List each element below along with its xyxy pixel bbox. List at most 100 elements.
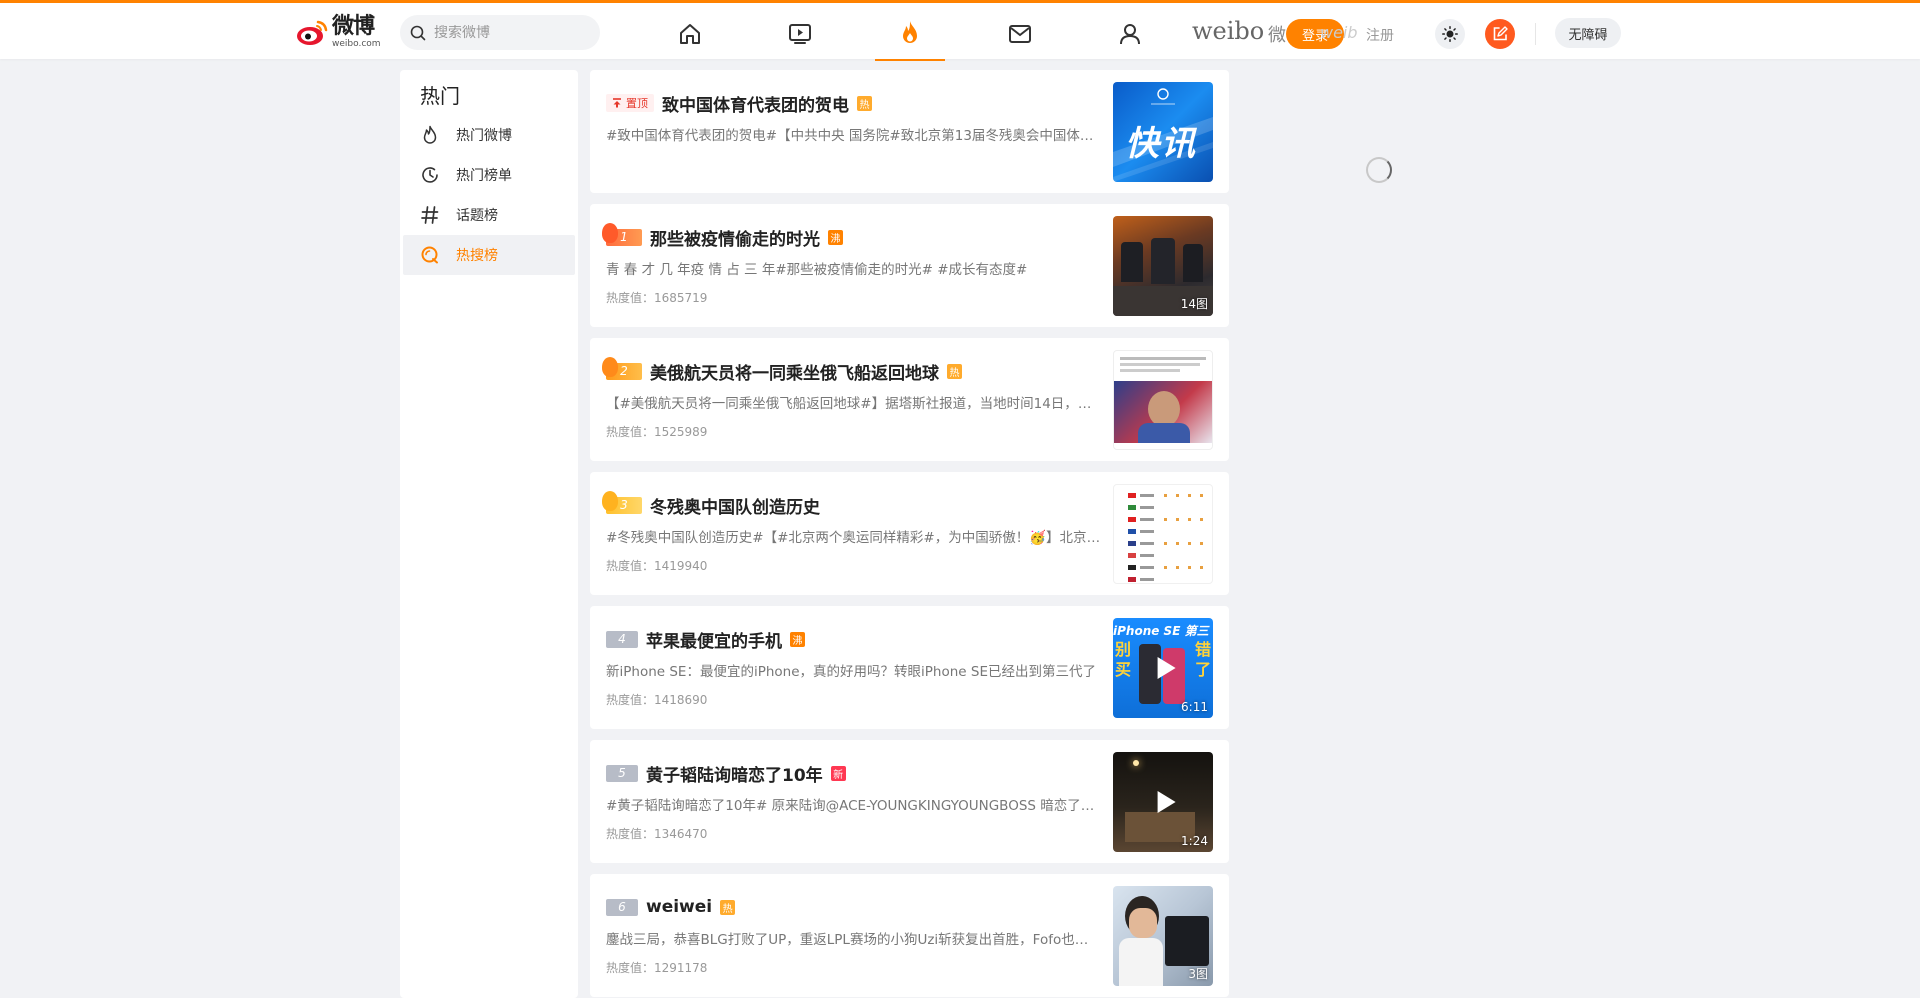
thumb-left-text: 别买 [1115,640,1132,679]
rank-badge: 1 [602,222,642,246]
sidebar-item-label: 热门微博 [456,128,512,144]
news-flash-text: 快讯 [1125,124,1197,164]
search-icon [410,25,426,40]
feed-card-rank-5[interactable]: 5 黄子韬陆询暗恋了10年 新 #黄子韬陆询暗恋了10年# 原来陆询@ACE-Y… [590,740,1229,863]
boil-tag: 沸 [828,229,843,245]
play-icon [1157,657,1176,679]
feed-thumbnail[interactable]: 3图 [1113,886,1213,986]
heat-value: 热度值：1685719 [606,291,708,305]
brand-cn-text: 微 [1268,25,1286,46]
feed-title[interactable]: 黄子韬陆询暗恋了10年 [646,761,823,786]
feed-card-rank-6[interactable]: 6 weiwei 热 鏖战三局，恭喜BLG打败了UP，重返LPL赛场的小狗Uzi… [590,874,1229,997]
sidebar-item-hot-lists[interactable]: 热门榜单 [403,155,575,195]
heat-value: 热度值：1291178 [606,961,708,975]
feed-title[interactable]: 美俄航天员将一同乘坐俄飞船返回地球 [650,359,939,384]
search-input[interactable] [434,24,584,41]
feed-title[interactable]: 冬残奥中国队创造历史 [650,493,820,518]
face-shape [1129,908,1157,938]
hot-tag: 热 [947,363,962,379]
feed-card-rank-1[interactable]: 1 那些被疫情偷走的时光 沸 青 春 才 几 年疫 情 占 三 年#那些被疫情偷… [590,204,1229,327]
nav-video[interactable] [765,6,835,61]
accessibility-button[interactable]: 无障碍 [1555,18,1621,48]
feed-description: 【#美俄航天员将一同乘坐俄飞船返回地球#】据塔斯社报道，当地时间14日，俄罗斯国… [606,396,1101,412]
video-icon [789,23,811,44]
sidebar-item-hot-search[interactable]: 热搜榜 [403,235,575,275]
feed-card-pinned[interactable]: 置顶 致中国体育代表团的贺电 热 #致中国体育代表团的贺电#【中共中央 国务院#… [590,70,1229,193]
feed-title[interactable]: 致中国体育代表团的贺电 [662,91,849,116]
sidebar-item-topics[interactable]: 话题榜 [403,195,575,235]
logo-subtext: weibo.com [332,38,381,49]
flame-icon [423,125,437,144]
feed-thumbnail[interactable]: iPhone SE 第三 别买 错了 6:11 [1113,618,1213,718]
register-link[interactable]: 注册 [1366,25,1394,45]
sidebar-item-hot-posts[interactable]: 热门微博 [403,115,575,155]
feed-thumbnail[interactable]: 14图 [1113,216,1213,316]
feed-card-rank-4[interactable]: 4 苹果最便宜的手机 沸 新iPhone SE：最便宜的iPhone，真的好用吗… [590,606,1229,729]
heat-value: 热度值：1346470 [606,827,708,841]
theme-toggle-button[interactable] [1435,19,1465,49]
header-divider [1535,23,1536,45]
text-line [1120,357,1206,360]
ghost-wordmark: weib [1320,23,1358,42]
feed-title[interactable]: 那些被疫情偷走的时光 [650,225,820,250]
feed-thumbnail[interactable]: 快讯 [1113,82,1213,182]
compose-button[interactable] [1485,19,1515,49]
profile-icon [1120,23,1140,44]
feed-card-rank-3[interactable]: 3 冬残奥中国队创造历史 #冬残奥中国队创造历史#【#北京两个奥运同样精彩#，为… [590,472,1229,595]
rank-badge: 4 [606,630,638,648]
hot-icon [903,20,917,43]
loading-spinner-icon [1366,157,1392,183]
feed-thumbnail[interactable]: 1:24 [1113,752,1213,852]
text-line [1120,363,1200,366]
sidebar-item-label: 热搜榜 [456,248,498,264]
suit-shape [1138,423,1190,443]
shirt-shape [1119,938,1163,986]
thumb-right-text: 错了 [1195,640,1212,679]
left-sidebar: 热门 热门微博 热门榜单 话题榜 热搜榜 [400,70,578,998]
feed-card-rank-2[interactable]: 2 美俄航天员将一同乘坐俄飞船返回地球 热 【#美俄航天员将一同乘坐俄飞船返回地… [590,338,1229,461]
play-icon [1157,791,1176,813]
heat-value: 热度值：1419940 [606,559,708,573]
pinned-badge-label: 置顶 [626,97,648,110]
heat-value: 热度值：1525989 [606,425,708,439]
search-box[interactable] [400,15,600,50]
boil-tag: 沸 [790,631,805,647]
rank-number: 2 [620,364,628,378]
search-ring-icon [421,246,438,264]
feed-description: 新iPhone SE：最便宜的iPhone，真的好用吗？转眼iPhone SE已… [606,664,1096,680]
edit-icon [1493,26,1508,41]
nav-hot[interactable] [875,6,945,61]
rank-badge: 2 [602,356,642,380]
clock-icon [422,167,438,183]
top-nav-bar: 微博 weibo.com 搜索微博 weibo 微 登录 weib 注册 无障碍 [0,0,1920,61]
hashtag-icon [421,206,439,224]
feed-thumbnail[interactable] [1113,350,1213,450]
figure-shape [1151,238,1175,284]
rank-number: 1 [620,230,628,244]
image-count: 3图 [1188,967,1208,981]
feed-title[interactable]: 苹果最便宜的手机 [646,627,782,652]
nav-messages[interactable] [985,6,1055,61]
weibo-logo[interactable]: 微博 weibo.com [296,15,388,49]
sun-icon [1442,26,1458,42]
rank-badge: 3 [602,490,642,514]
feed-description: #黄子韬陆询暗恋了10年# 原来陆询@ACE-YOUNGKINGYOUNGBOS… [606,798,1101,814]
flame-icon [602,222,618,243]
message-icon [1009,24,1031,43]
feed-description: #致中国体育代表团的贺电#【中共中央 国务院#致北京第13届冬残奥会中国体育代表… [606,128,1101,144]
feed-description: #冬残奥中国队创造历史#【#北京两个奥运同样精彩#，为中国骄傲！🥳】北京冬残奥会 [606,530,1101,546]
medal-table-graphic [1128,493,1203,582]
feed-title[interactable]: weiwei [646,897,712,917]
feed-thumbnail[interactable] [1113,484,1213,584]
figure-shape [1183,244,1203,282]
hot-tag: 热 [720,899,736,915]
nav-home[interactable] [655,6,725,61]
figure-shape [1121,242,1143,282]
image-count: 14图 [1180,297,1208,311]
video-duration: 1:24 [1181,834,1208,848]
feed-description: 青 春 才 几 年疫 情 占 三 年#那些被疫情偷走的时光# #成长有态度# [606,262,1028,278]
nav-profile[interactable] [1095,6,1165,61]
rank-number: 4 [618,632,626,646]
pinned-badge: 置顶 [606,94,654,112]
sidebar-item-label: 热门榜单 [456,168,512,184]
